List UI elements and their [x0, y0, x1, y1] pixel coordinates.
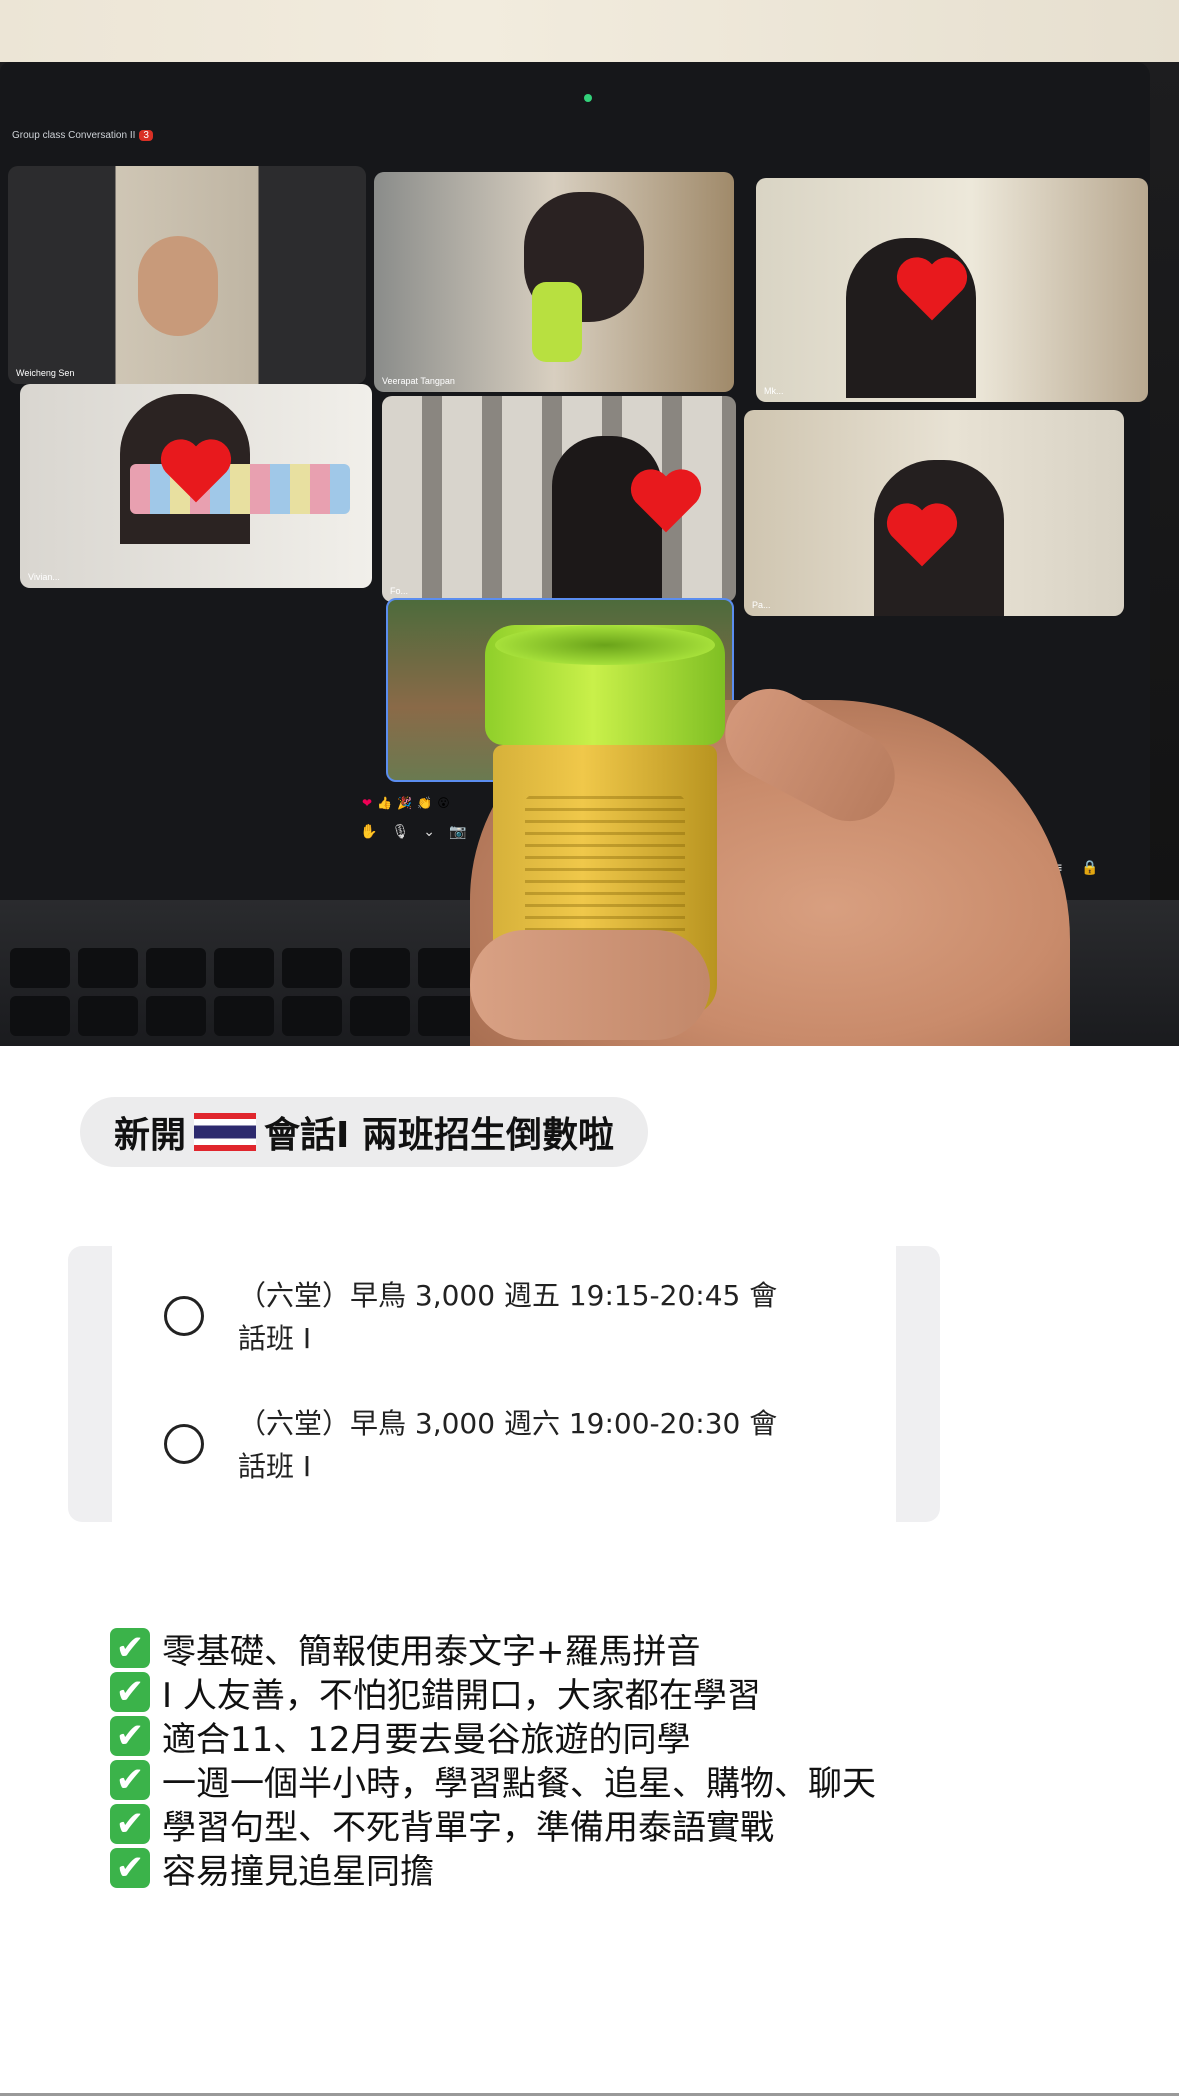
feature-item: ✔ 零基礎、簡報使用泰文字+羅馬拼音 [110, 1626, 876, 1672]
chevron-down-icon[interactable]: ⌄ [423, 824, 435, 840]
check-icon: ✔ [110, 1760, 150, 1800]
meeting-controls: ✋ 🎙 ⌄ 📷 [360, 824, 466, 840]
camera-icon[interactable]: 📷 [449, 824, 466, 840]
video-tile[interactable]: Vivian... [20, 384, 372, 588]
headline-text: 會話I 兩班招生倒數啦 [264, 1115, 614, 1156]
camera-indicator [584, 94, 592, 102]
option-friday[interactable]: （六堂）早鳥 3,000 週五 19:15-20:45 會 話班 I [164, 1274, 844, 1360]
video-tile[interactable]: Pa... [744, 410, 1124, 616]
option-saturday[interactable]: （六堂）早鳥 3,000 週六 19:00-20:30 會 話班 I [164, 1402, 844, 1488]
feature-item: ✔ 學習句型、不死背單字，準備用泰語實戰 [110, 1802, 876, 1848]
class-photo: Group class Conversation II 3 Weicheng Se… [0, 0, 1179, 1046]
radio-button[interactable] [164, 1424, 204, 1464]
feature-item: ✔ 適合11、12月要去曼谷旅遊的同學 [110, 1714, 876, 1760]
thumb [470, 930, 710, 1040]
heart-reaction-icon[interactable]: ❤ [362, 796, 372, 810]
video-tile[interactable]: Veerapat Tangpan [374, 172, 734, 392]
card-rail-right [896, 1246, 940, 1522]
feature-item: ✔ 容易撞見追星同擔 [110, 1846, 876, 1892]
heart-icon [156, 432, 236, 512]
raise-hand-icon[interactable]: ✋ [360, 824, 377, 840]
check-icon: ✔ [110, 1716, 150, 1756]
headline-prefix: 新開 [114, 1115, 187, 1156]
reaction-bar[interactable]: ❤ 👍 🎉 👏 😮 [362, 792, 450, 811]
video-tile[interactable]: Mk... [756, 178, 1148, 402]
option-label: （六堂）早鳥 3,000 週六 19:00-20:30 會 話班 I [238, 1407, 778, 1483]
feature-item: ✔ I 人友善，不怕犯錯開口，大家都在學習 [110, 1670, 876, 1716]
thailand-flag-icon [194, 1113, 257, 1151]
check-icon: ✔ [110, 1804, 150, 1844]
check-icon: ✔ [110, 1848, 150, 1888]
feature-item: ✔ 一週一個半小時，學習點餐、追星、購物、聊天 [110, 1758, 876, 1804]
radio-button[interactable] [164, 1296, 204, 1336]
meeting-title: Group class Conversation II 3 [12, 130, 153, 141]
feature-list: ✔ 零基礎、簡報使用泰文字+羅馬拼音 ✔ I 人友善，不怕犯錯開口，大家都在學習 ✔… [110, 1626, 876, 1892]
participant-badge: 3 [139, 130, 153, 141]
card-rail-left [68, 1246, 112, 1522]
heart-icon [626, 462, 706, 542]
lock-icon[interactable]: 🔒 [1081, 860, 1098, 876]
thumbs-up-icon[interactable]: 👍 [377, 796, 392, 810]
microphone-icon[interactable]: 🎙 [391, 824, 409, 840]
video-tile[interactable]: Weicheng Sen [8, 166, 366, 384]
check-icon: ✔ [110, 1672, 150, 1712]
wall-background [0, 0, 1179, 62]
option-label: （六堂）早鳥 3,000 週五 19:15-20:45 會 話班 I [238, 1279, 778, 1355]
heart-icon [892, 250, 972, 330]
clap-icon[interactable]: 👏 [417, 796, 432, 810]
surprised-icon[interactable]: 😮 [437, 796, 450, 810]
video-tile[interactable]: Fo... [382, 396, 736, 602]
check-icon: ✔ [110, 1628, 150, 1668]
party-icon[interactable]: 🎉 [397, 796, 412, 810]
heart-icon [882, 496, 962, 576]
headline-pill: 新開 會話I 兩班招生倒數啦 [80, 1097, 648, 1167]
